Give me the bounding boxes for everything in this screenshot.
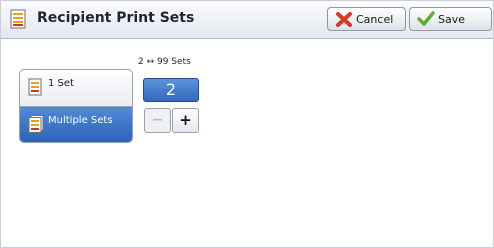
print-sets-option-group: 1 Set Multiple Sets <box>19 69 133 143</box>
document-stack-icon <box>10 9 28 33</box>
multiple-documents-icon <box>28 115 44 137</box>
cancel-x-icon <box>336 12 352 31</box>
sets-range-label: 2 ↔ 99 Sets <box>138 57 191 67</box>
page-title: Recipient Print Sets <box>37 10 195 26</box>
option-1-set[interactable]: 1 Set <box>20 70 132 107</box>
dialog-screen: Recipient Print Sets Cancel Save 2 ↔ 99 … <box>0 0 494 248</box>
save-label: Save <box>438 13 466 26</box>
cancel-button[interactable]: Cancel <box>327 7 406 31</box>
title-bar: Recipient Print Sets Cancel Save <box>1 1 493 39</box>
sets-value-display[interactable]: 2 <box>143 78 199 102</box>
increment-button[interactable]: + <box>172 108 199 133</box>
save-button[interactable]: Save <box>409 7 492 31</box>
option-1-set-label: 1 Set <box>48 78 74 89</box>
decrement-button[interactable]: − <box>144 108 171 133</box>
option-multiple-sets-label: Multiple Sets <box>48 115 113 126</box>
option-multiple-sets[interactable]: Multiple Sets <box>20 107 132 142</box>
checkmark-icon <box>417 11 435 31</box>
single-document-icon <box>28 78 42 100</box>
cancel-label: Cancel <box>356 13 394 26</box>
